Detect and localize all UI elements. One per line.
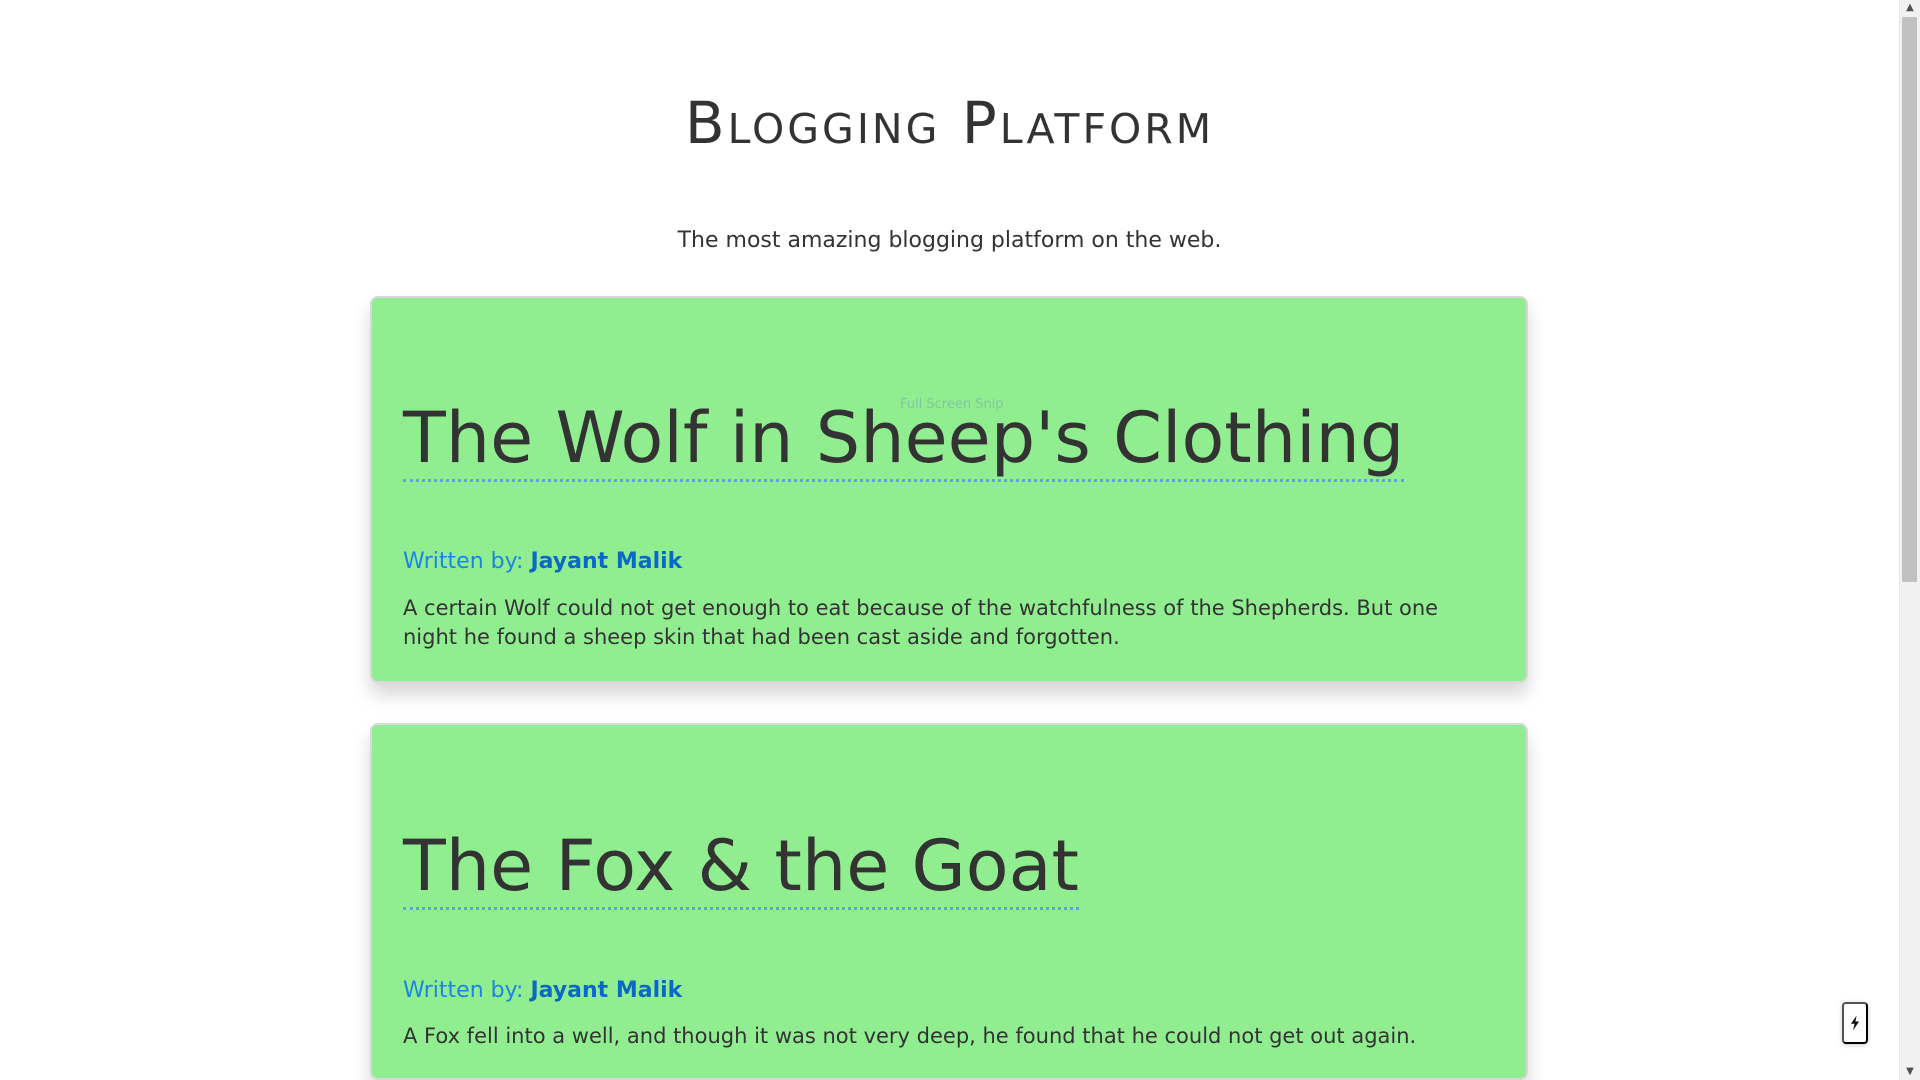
post-title-link[interactable]: The Wolf in Sheep's Clothing [403,397,1405,482]
chevron-up-icon[interactable]: ▲ [1900,0,1920,16]
chevron-down-icon[interactable]: ▼ [1900,1064,1920,1080]
author-link[interactable]: Jayant Malik [530,978,682,1003]
byline-prefix: Written by: [403,549,524,574]
site-title: Blogging Platform [684,89,1215,157]
page: Blogging Platform The most amazing blogg… [0,0,1920,1080]
post-title-link[interactable]: The Fox & the Goat [403,825,1079,910]
post-excerpt: A certain Wolf could not get enough to e… [403,596,1439,649]
post-excerpt: A Fox fell into a well, and though it wa… [403,1024,1417,1048]
post-byline: Written by: Jayant Malik [403,547,682,577]
vertical-scrollbar[interactable]: ▲ ▼ [1899,0,1920,1080]
site-subtitle: The most amazing blogging platform on th… [677,228,1222,253]
main-content: Blogging Platform The most amazing blogg… [0,0,1899,1080]
post-card-wolf: The Wolf in Sheep's Clothing Written by:… [370,296,1528,683]
author-link[interactable]: Jayant Malik [530,549,682,574]
lightning-bolt-icon [1850,1015,1860,1031]
scrollbar-thumb[interactable] [1902,17,1917,582]
post-card-fox: The Fox & the Goat Written by: Jayant Ma… [370,723,1528,1080]
quick-action-button[interactable] [1842,1002,1868,1044]
post-byline: Written by: Jayant Malik [403,976,682,1006]
byline-prefix: Written by: [403,978,524,1003]
